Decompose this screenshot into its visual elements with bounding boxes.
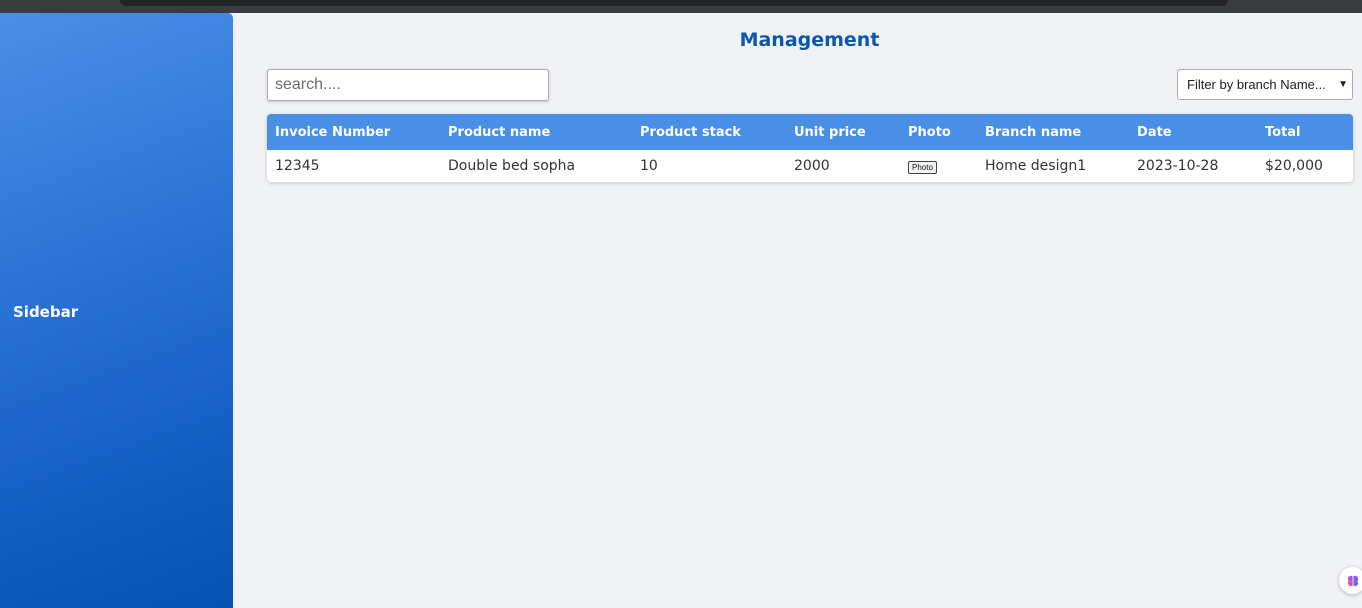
brain-icon[interactable] bbox=[1339, 567, 1362, 594]
column-header-product-stack: Product stack bbox=[640, 124, 741, 140]
cell-photo: Photo bbox=[900, 150, 977, 182]
column-header-date: Date bbox=[1137, 124, 1172, 140]
cell-branch-name: Home design1 bbox=[985, 158, 1087, 174]
cell-total: $20,000 bbox=[1265, 158, 1323, 174]
cell-product-name: Double bed sopha bbox=[448, 158, 576, 174]
branch-filter-value: Filter by branch Name... bbox=[1187, 77, 1326, 92]
column-header-branch-name: Branch name bbox=[985, 124, 1082, 140]
column-header-unit-price: Unit price bbox=[794, 124, 866, 140]
photo-button[interactable]: Photo bbox=[908, 161, 937, 174]
cell-invoice-number: 12345 bbox=[275, 158, 320, 174]
cell-product-stack: 10 bbox=[640, 158, 658, 174]
table-header-row: Invoice Number Product name Product stac… bbox=[267, 114, 1353, 150]
table-row: 12345 Double bed sopha 10 2000 Photo Hom… bbox=[267, 150, 1353, 182]
chevron-down-icon: ▼ bbox=[1338, 79, 1348, 90]
search-input[interactable] bbox=[267, 69, 549, 101]
main-content: Management Filter by branch Name... ▼ In… bbox=[233, 13, 1362, 608]
page-title: Management bbox=[739, 29, 880, 51]
browser-top-bar bbox=[0, 0, 1362, 13]
column-header-photo: Photo bbox=[908, 124, 951, 140]
cell-unit-price: 2000 bbox=[794, 158, 830, 174]
invoice-table: Invoice Number Product name Product stac… bbox=[267, 114, 1353, 182]
sidebar: Sidebar bbox=[0, 13, 233, 608]
column-header-invoice-number: Invoice Number bbox=[275, 124, 391, 140]
browser-tab-strip bbox=[120, 0, 1228, 6]
cell-date: 2023-10-28 bbox=[1137, 158, 1219, 174]
sidebar-label: Sidebar bbox=[13, 303, 79, 321]
column-header-product-name: Product name bbox=[448, 124, 551, 140]
branch-filter-select[interactable]: Filter by branch Name... ▼ bbox=[1177, 69, 1353, 100]
column-header-total: Total bbox=[1265, 124, 1301, 140]
